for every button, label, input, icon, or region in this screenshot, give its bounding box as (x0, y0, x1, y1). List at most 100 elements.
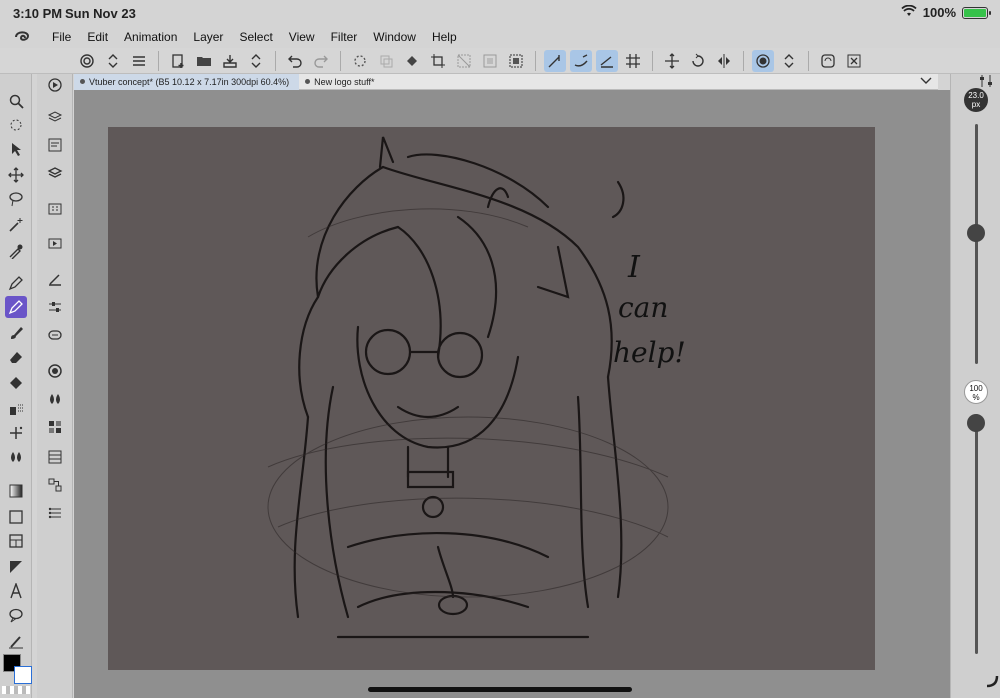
link-icon[interactable] (44, 324, 66, 346)
opacity-slider-knob[interactable] (967, 414, 985, 432)
loading-icon[interactable] (349, 50, 371, 72)
brush-icon[interactable] (5, 322, 27, 344)
grid-icon[interactable] (622, 50, 644, 72)
handwriting-line-3: help! (613, 336, 686, 369)
new-file-icon[interactable] (167, 50, 189, 72)
zoom-icon[interactable] (5, 90, 27, 112)
undo-icon[interactable] (284, 50, 306, 72)
node-icon[interactable] (44, 474, 66, 496)
chevron-updown-icon[interactable] (102, 50, 124, 72)
copy-icon[interactable] (375, 50, 397, 72)
menu-filter[interactable]: Filter (323, 30, 366, 44)
figure-icon[interactable] (5, 506, 27, 528)
opacity-value: 100 (969, 384, 983, 393)
menu-window[interactable]: Window (365, 30, 424, 44)
curve-handle-icon[interactable] (985, 674, 999, 693)
menu-animation[interactable]: Animation (116, 30, 185, 44)
eraser-icon[interactable] (5, 346, 27, 368)
flip-icon[interactable] (713, 50, 735, 72)
menu-bar: File Edit Animation Layer Select View Fi… (0, 26, 1000, 48)
menu-layer[interactable]: Layer (185, 30, 231, 44)
rotate-view-icon[interactable] (5, 114, 27, 136)
rotate-icon[interactable] (687, 50, 709, 72)
fill-icon[interactable] (5, 372, 27, 394)
droplets-icon[interactable] (44, 388, 66, 410)
brush-settings-icon[interactable] (44, 268, 66, 290)
record-icon[interactable] (752, 49, 774, 72)
redo-icon[interactable] (310, 50, 332, 72)
panel-icons-column (37, 74, 73, 698)
opacity-slider-track[interactable] (975, 414, 978, 654)
color-wheel-icon[interactable] (44, 360, 66, 382)
layer-property-icon[interactable] (44, 106, 66, 128)
menu-edit[interactable]: Edit (79, 30, 116, 44)
layers-icon[interactable] (44, 162, 66, 184)
text-icon[interactable] (5, 580, 27, 602)
frame-icon[interactable] (5, 530, 27, 552)
chevron-updown-icon[interactable] (245, 50, 267, 72)
chevron-updown-icon[interactable] (778, 50, 800, 72)
brush-size-slider-knob[interactable] (967, 223, 985, 242)
blend-icon[interactable] (5, 446, 27, 468)
sub-color-swatch[interactable] (14, 666, 32, 684)
airbrush-icon[interactable] (5, 398, 27, 420)
status-right: 100% (901, 4, 991, 20)
ruler-snap-icon[interactable] (544, 49, 566, 72)
tab-vtuber-concept[interactable]: Vtuber concept* (B5 10.12 x 7.17in 300dp… (74, 73, 300, 90)
tab-dot-icon (80, 79, 85, 84)
timeline-icon[interactable] (44, 446, 66, 468)
color-set-icon[interactable] (44, 416, 66, 438)
paint-bucket-icon[interactable] (401, 50, 423, 72)
brush-size-column: 23.0 px 100 % (950, 74, 1000, 698)
home-indicator[interactable] (368, 687, 632, 692)
balloon-icon[interactable] (5, 604, 27, 626)
save-icon[interactable] (219, 50, 241, 72)
eyedropper-icon[interactable] (5, 240, 27, 262)
open-folder-icon[interactable] (193, 50, 215, 72)
transform-icon[interactable] (661, 50, 683, 72)
object-icon[interactable] (5, 138, 27, 160)
sketch-drawing: I can help! (267, 136, 686, 639)
tabs-collapse-chevron-icon[interactable] (920, 77, 938, 87)
pencil-icon[interactable] (5, 296, 27, 318)
brush-size-slider-track[interactable] (975, 124, 978, 364)
ruler-icon[interactable] (5, 556, 27, 578)
menu-select[interactable]: Select (231, 30, 280, 44)
decoration-icon[interactable] (5, 422, 27, 444)
opacity-badge[interactable]: 100 % (964, 380, 988, 404)
hamburger-icon[interactable] (128, 50, 150, 72)
select-all-icon[interactable] (479, 50, 501, 72)
animation-icon[interactable] (44, 232, 66, 254)
transparent-color-swatch[interactable] (2, 686, 30, 694)
spiral-icon[interactable] (76, 50, 98, 72)
layer-search-icon[interactable] (44, 134, 66, 156)
canvas-workspace[interactable]: I can help! (74, 90, 950, 698)
select-border-icon[interactable] (505, 50, 527, 72)
menu-file[interactable]: File (44, 30, 79, 44)
menu-view[interactable]: View (281, 30, 323, 44)
battery-percent: 100% (922, 5, 956, 20)
app-logo-icon[interactable] (0, 29, 44, 45)
deselect-icon[interactable] (453, 50, 475, 72)
lasso-icon[interactable] (5, 188, 27, 210)
battery-icon (962, 6, 991, 19)
pen-icon[interactable] (5, 272, 27, 294)
drawing-canvas[interactable]: I can help! (108, 127, 875, 670)
tab-new-logo-stuff[interactable]: New logo stuff* (299, 74, 384, 90)
menu-help[interactable]: Help (424, 30, 465, 44)
navigator-icon[interactable] (44, 74, 66, 96)
magic-wand-icon[interactable] (5, 214, 27, 236)
gradient-icon[interactable] (5, 480, 27, 502)
material-icon[interactable] (44, 198, 66, 220)
ruler-line-icon[interactable] (596, 49, 618, 72)
line-correction-icon[interactable] (5, 630, 27, 652)
brush-size-badge[interactable]: 23.0 px (964, 88, 988, 112)
history-icon[interactable] (44, 502, 66, 524)
sliders-icon[interactable] (44, 296, 66, 318)
close-icon[interactable] (843, 50, 865, 72)
brush-snap-icon[interactable] (570, 49, 592, 72)
move-icon[interactable] (5, 164, 27, 186)
tab-label: New logo stuff* (314, 76, 375, 87)
refresh-icon[interactable] (817, 50, 839, 72)
crop-icon[interactable] (427, 50, 449, 72)
